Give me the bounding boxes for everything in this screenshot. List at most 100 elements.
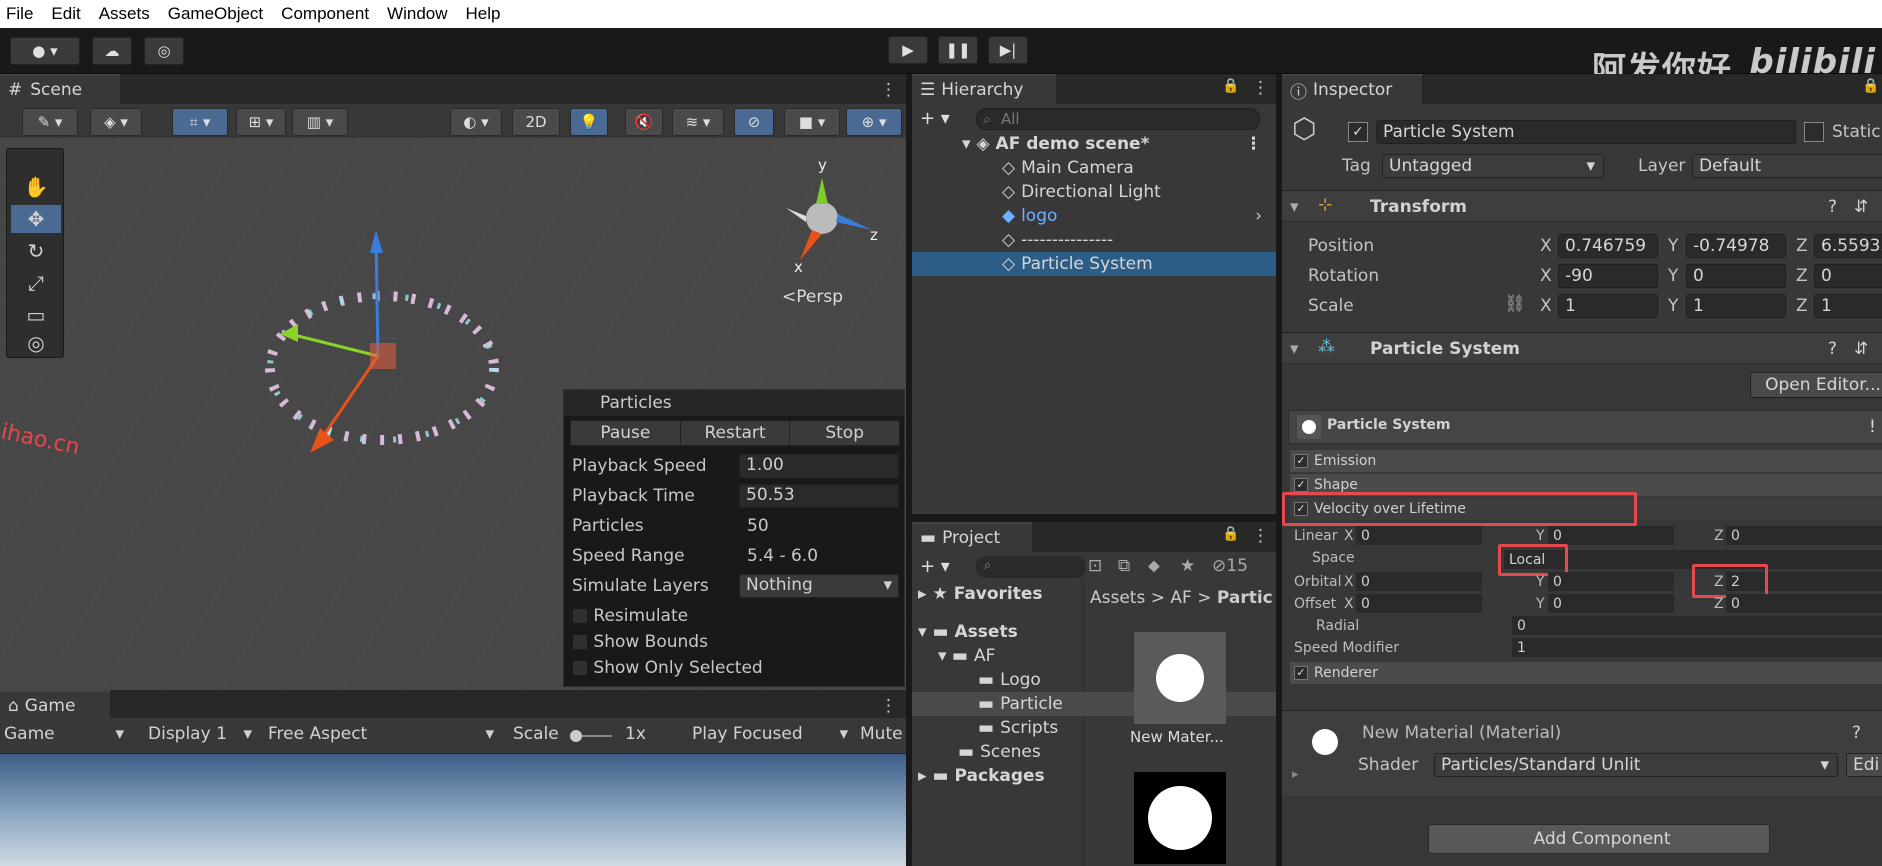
position-x-field[interactable]: 0.746759 [1558, 234, 1658, 258]
hierarchy-item-directional-light[interactable]: ◇ Directional Light [912, 180, 1276, 204]
tag-icon[interactable]: ⬥ [1148, 556, 1160, 576]
aspect-dropdown[interactable]: Free Aspect ▾ [268, 724, 498, 744]
show-bounds-checkbox[interactable] [572, 634, 588, 650]
pause-button[interactable]: ❚❚ [938, 36, 978, 64]
transform-header[interactable]: ▾ ⊹ Transform ? ⇵ [1282, 190, 1882, 222]
scale-z-field[interactable]: 1 [1814, 294, 1882, 318]
hierarchy-item-particle-system[interactable]: ◇ Particle System [912, 252, 1276, 276]
play-focused-dropdown[interactable]: Play Focused ▾ [692, 724, 852, 744]
linear-x-field[interactable]: 0 [1356, 526, 1482, 545]
simulate-layers-dropdown[interactable]: Nothing ▾ [739, 574, 899, 598]
menu-gameobject[interactable]: GameObject [168, 4, 263, 24]
pause-particles-button[interactable]: Pause [571, 421, 681, 445]
speed-modifier-field[interactable]: 1 [1512, 638, 1882, 657]
resimulate-checkbox[interactable] [572, 608, 588, 624]
playback-speed-field[interactable]: 1.00 [739, 454, 899, 478]
help-icon[interactable]: ? [1828, 339, 1837, 359]
scene-root-item[interactable]: ▾ ◈ AF demo scene* ⋮ [912, 132, 1276, 156]
favorite-star-icon[interactable]: ★ [1180, 556, 1195, 576]
hidden-packages-toggle[interactable]: ⊘15 [1212, 556, 1248, 576]
show-bounds-toggle[interactable]: Show Bounds [572, 632, 708, 652]
tab-project[interactable]: ▬ Project [912, 522, 1032, 552]
snap-button[interactable]: ⊞ ▾ [236, 108, 286, 136]
constrain-link-icon[interactable]: ⛓ [1504, 294, 1526, 314]
scale-y-field[interactable]: 1 [1686, 294, 1786, 318]
menu-assets[interactable]: Assets [99, 4, 150, 24]
shape-checkbox[interactable]: ✓ [1294, 478, 1308, 492]
gizmos-button[interactable]: ⊕ ▾ [846, 108, 902, 136]
tag-dropdown[interactable]: Untagged ▾ [1382, 154, 1604, 178]
scene-menu-icon[interactable]: ⋮ [1245, 134, 1262, 154]
scene-menu-icon[interactable]: ⋮ [880, 80, 897, 100]
foldout-icon[interactable]: ▸ [1292, 767, 1299, 782]
cloud-button[interactable]: ☁ [92, 37, 132, 65]
tab-game[interactable]: ⌂ Game [0, 690, 110, 720]
scale-tool[interactable]: ⤢ [11, 269, 61, 297]
stop-particles-button[interactable]: Stop [790, 421, 899, 445]
scale-x-field[interactable]: 1 [1558, 294, 1658, 318]
texture-thumbnail[interactable] [1134, 772, 1226, 864]
layer-dropdown[interactable]: Default [1692, 154, 1882, 178]
hierarchy-item-separator[interactable]: ◇ --------------- [912, 228, 1276, 252]
radial-field[interactable]: 0 [1512, 616, 1882, 635]
render-mode-button[interactable]: ◈ ▾ [90, 108, 142, 136]
rotation-y-field[interactable]: 0 [1686, 264, 1786, 288]
foldout-icon[interactable]: ▾ [1290, 339, 1299, 359]
create-button[interactable]: + ▾ [920, 556, 950, 577]
breadcrumb-assets[interactable]: Assets [1090, 588, 1145, 608]
menu-file[interactable]: File [6, 4, 33, 24]
draw-mode-button[interactable]: ✎ ▾ [22, 108, 78, 136]
settings-icon[interactable]: ⇵ [1854, 339, 1868, 359]
shader-dropdown[interactable]: Particles/Standard Unlit ▾ [1434, 753, 1838, 777]
rotate-tool[interactable]: ↻ [11, 237, 61, 265]
playback-time-field[interactable]: 50.53 [739, 484, 899, 508]
renderer-checkbox[interactable]: ✓ [1294, 666, 1308, 680]
offset-x-field[interactable]: 0 [1356, 594, 1482, 613]
lock-icon[interactable]: 🔒 [1222, 526, 1239, 542]
foldout-icon[interactable]: ▾ [1290, 197, 1299, 217]
chevron-right-icon[interactable]: › [1255, 206, 1262, 226]
scale-slider[interactable] [570, 730, 612, 742]
lock-icon[interactable]: 🔒 [1222, 78, 1239, 94]
step-button[interactable]: ▶| [988, 36, 1028, 64]
account-button[interactable]: ● ▾ [10, 37, 80, 65]
tab-scene[interactable]: # Scene [0, 74, 120, 104]
collab-button[interactable]: ◎ [144, 37, 184, 65]
hierarchy-item-logo[interactable]: ◆ logo › [912, 204, 1276, 228]
menu-edit[interactable]: Edit [51, 4, 80, 24]
hidden-toggle[interactable]: ⊘ [734, 108, 774, 136]
mute-toggle[interactable]: Mute [860, 724, 903, 744]
effects-button[interactable]: ≋ ▾ [672, 108, 724, 136]
grid-snap-button[interactable]: ▥ ▾ [292, 108, 348, 136]
restart-particles-button[interactable]: Restart [681, 421, 791, 445]
open-editor-button[interactable]: Open Editor... [1750, 372, 1882, 398]
position-z-field[interactable]: 6.55933 [1814, 234, 1882, 258]
rotation-z-field[interactable]: 0 [1814, 264, 1882, 288]
persp-label[interactable]: <Persp [782, 287, 843, 307]
resimulate-toggle[interactable]: Resimulate [572, 606, 688, 626]
tab-inspector[interactable]: ⓘ Inspector [1282, 74, 1422, 104]
show-only-selected-checkbox[interactable] [572, 660, 588, 676]
game-mode-dropdown[interactable]: Game ▾ [4, 724, 128, 744]
tab-hierarchy[interactable]: ☰ Hierarchy [912, 74, 1056, 104]
play-button[interactable]: ▶ [888, 36, 928, 64]
global-local-button[interactable]: ⌗ ▾ [172, 108, 228, 136]
offset-z-field[interactable]: 0 [1726, 594, 1882, 613]
game-menu-icon[interactable]: ⋮ [880, 696, 897, 716]
project-search-input[interactable]: ⌕ [976, 556, 1086, 578]
hierarchy-item-main-camera[interactable]: ◇ Main Camera [912, 156, 1276, 180]
emission-checkbox[interactable]: ✓ [1294, 454, 1308, 468]
show-only-selected-toggle[interactable]: Show Only Selected [572, 658, 763, 678]
linear-y-field[interactable]: 0 [1548, 526, 1674, 545]
move-tool[interactable]: ✥ [11, 205, 61, 233]
add-button[interactable]: + ▾ [920, 108, 950, 129]
hand-tool[interactable]: ✋ [11, 173, 61, 201]
edit-shader-button[interactable]: Edi [1846, 753, 1882, 777]
particle-system-header[interactable]: ▾ ⁂ Particle System ? ⇵ [1282, 332, 1882, 364]
display-dropdown[interactable]: Display 1 ▾ [148, 724, 256, 744]
game-viewport[interactable] [0, 754, 906, 866]
breadcrumb-particle[interactable]: Partic [1217, 588, 1273, 608]
shading-button[interactable]: ◐ ▾ [450, 108, 502, 136]
orbital-y-field[interactable]: 0 [1548, 572, 1674, 591]
help-icon[interactable]: ? [1852, 723, 1861, 743]
